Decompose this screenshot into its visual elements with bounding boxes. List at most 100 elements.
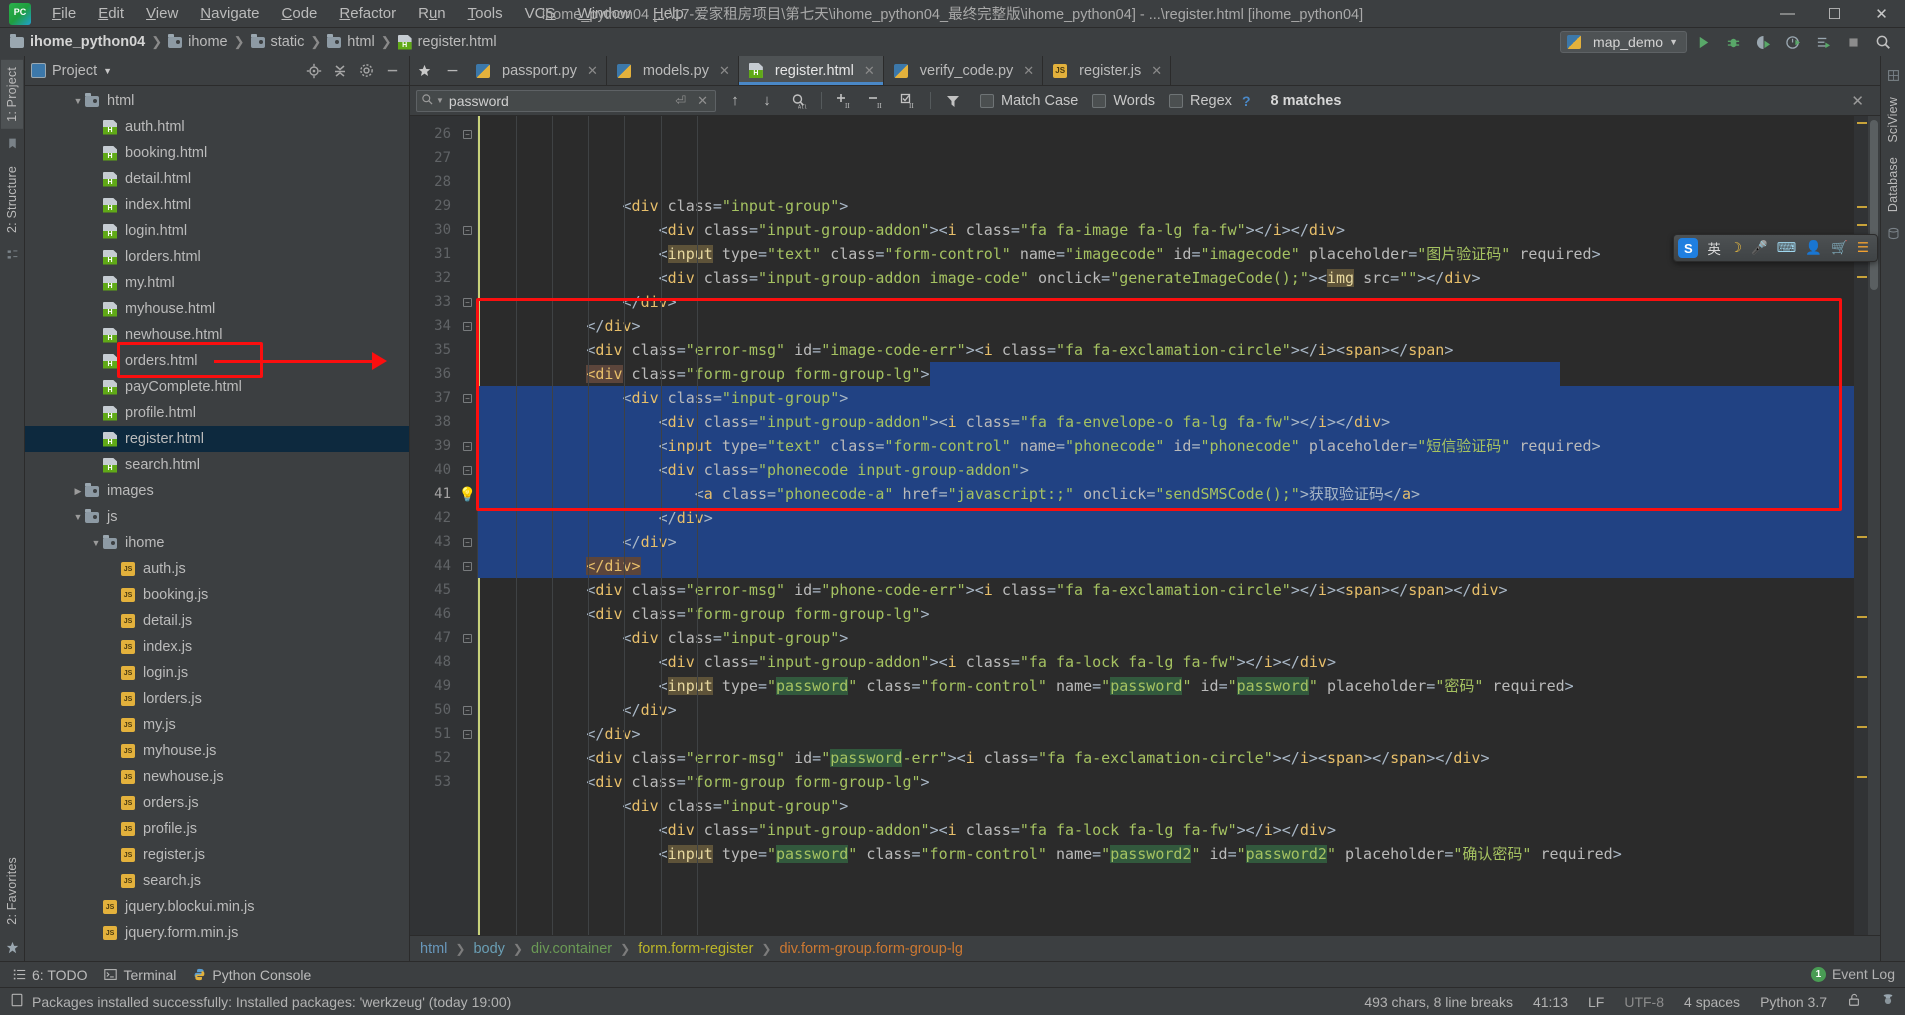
- menu-item-help[interactable]: Help: [642, 2, 695, 25]
- tree-item-newhouse-html[interactable]: · newhouse.html: [25, 322, 409, 348]
- close-find-bar-icon[interactable]: ✕: [1843, 92, 1872, 110]
- sidebar-item-structure[interactable]: 2: Structure: [1, 159, 23, 240]
- code-line[interactable]: <div class="form-group form-group-lg">: [478, 362, 1854, 386]
- breadcrumb-item-html[interactable]: html: [327, 33, 375, 50]
- tree-item-booking-html[interactable]: · booking.html: [25, 140, 409, 166]
- settings-gear-icon[interactable]: [355, 60, 377, 82]
- event-log-button[interactable]: 1 Event Log: [1810, 961, 1895, 987]
- database-icon[interactable]: [1885, 226, 1901, 242]
- fold-marker-icon[interactable]: −: [463, 393, 472, 403]
- menu-item-refactor[interactable]: Refactor: [328, 2, 407, 25]
- tree-item-my-js[interactable]: ·JS my.js: [25, 712, 409, 738]
- breadcrumb-item-file[interactable]: register.html: [397, 34, 497, 50]
- fold-region[interactable]: −: [458, 122, 477, 146]
- tree-item-jquery-blockui-min-js[interactable]: ·JS jquery.blockui.min.js: [25, 894, 409, 920]
- project-tree[interactable]: ▼ html · auth.html · booking.html · detail.html…: [25, 86, 409, 961]
- code-line[interactable]: <div class="input-group">: [478, 386, 1854, 410]
- editor-tab-verify-code-py[interactable]: verify_code.py ✕: [884, 56, 1044, 85]
- chevron-right-icon[interactable]: ▶: [71, 486, 85, 497]
- user-icon[interactable]: 👤: [1805, 240, 1822, 256]
- code-line[interactable]: <div class="input-group-addon"><i class=…: [478, 650, 1854, 674]
- tree-item-lorders-js[interactable]: ·JS lorders.js: [25, 686, 409, 712]
- match-case-checkbox[interactable]: Match Case: [980, 93, 1078, 109]
- menu-item-view[interactable]: View: [135, 2, 189, 25]
- reset-icon[interactable]: ⏎: [672, 93, 689, 109]
- tree-item-orders-html[interactable]: · orders.html: [25, 348, 409, 374]
- fold-region[interactable]: −: [458, 722, 477, 746]
- hector-icon[interactable]: [1881, 993, 1895, 1010]
- tree-item-register-js[interactable]: ·JS register.js: [25, 842, 409, 868]
- search-input[interactable]: ▼ password ⏎ ✕: [416, 89, 716, 112]
- fold-region[interactable]: −: [458, 554, 477, 578]
- editor-tab-models-py[interactable]: models.py ✕: [607, 56, 739, 85]
- tree-item-ihome[interactable]: ▼ ihome: [25, 530, 409, 556]
- status-encoding[interactable]: UTF-8: [1624, 994, 1664, 1010]
- close-tab-icon[interactable]: ✕: [1151, 63, 1162, 79]
- tree-item-index-html[interactable]: · index.html: [25, 192, 409, 218]
- breadcrumb-item-project[interactable]: ihome_python04: [10, 33, 145, 50]
- chevron-down-icon[interactable]: ▼: [89, 538, 103, 548]
- tree-item-newhouse-js[interactable]: ·JS newhouse.js: [25, 764, 409, 790]
- chevron-down-icon[interactable]: ▼: [103, 66, 112, 76]
- intention-action[interactable]: 💡: [458, 482, 477, 506]
- menu-item-window[interactable]: Window: [567, 2, 642, 25]
- tree-item-jquery-form-min-js[interactable]: ·JS jquery.form.min.js: [25, 920, 409, 946]
- code-line[interactable]: <div class="error-msg" id="image-code-er…: [478, 338, 1854, 362]
- cart-icon[interactable]: 🛒: [1831, 240, 1848, 256]
- code-line[interactable]: </div>: [478, 290, 1854, 314]
- filter-icon[interactable]: [940, 89, 966, 113]
- code-line[interactable]: <div class="form-group form-group-lg">: [478, 602, 1854, 626]
- code-folding-gutter[interactable]: − − − − − − − 💡 − − − − −: [458, 116, 478, 935]
- keyboard-icon[interactable]: ⌨: [1777, 240, 1797, 256]
- run-configuration-selector[interactable]: map_demo ▼: [1560, 31, 1687, 53]
- profile-icon[interactable]: [1779, 30, 1807, 54]
- code-line[interactable]: <div class="input-group">: [478, 794, 1854, 818]
- tree-item-profile-html[interactable]: · profile.html: [25, 400, 409, 426]
- tool-window-python-console[interactable]: Python Console: [192, 967, 311, 983]
- code-line[interactable]: <div class="error-msg" id="password-err"…: [478, 746, 1854, 770]
- tree-item-html[interactable]: ▼ html: [25, 88, 409, 114]
- code-line[interactable]: <div class="error-msg" id="phone-code-er…: [478, 578, 1854, 602]
- close-tab-icon[interactable]: ✕: [719, 63, 730, 79]
- editor-breadcrumb-html[interactable]: html: [420, 941, 447, 957]
- code-line[interactable]: </div>: [478, 314, 1854, 338]
- close-button[interactable]: ✕: [1858, 0, 1905, 28]
- editor-breadcrumb-body[interactable]: body: [473, 941, 504, 957]
- tool-window-todo[interactable]: 6: TODO: [12, 967, 88, 983]
- status-caret-position[interactable]: 41:13: [1533, 994, 1568, 1010]
- fold-region[interactable]: −: [458, 218, 477, 242]
- tree-item-detail-js[interactable]: ·JS detail.js: [25, 608, 409, 634]
- sidebar-item-sciview[interactable]: SciView: [1882, 90, 1904, 150]
- code-line[interactable]: </div>: [478, 722, 1854, 746]
- menu-item-run[interactable]: Run: [407, 2, 457, 25]
- tree-item-profile-js[interactable]: ·JS profile.js: [25, 816, 409, 842]
- chevron-down-icon[interactable]: ▼: [71, 512, 85, 522]
- ime-language-label[interactable]: 英: [1707, 238, 1721, 258]
- code-line[interactable]: <input type="text" class="form-control" …: [478, 242, 1854, 266]
- code-line[interactable]: <div class="input-group">: [478, 194, 1854, 218]
- breadcrumb-item-static[interactable]: static: [250, 33, 304, 50]
- code-line[interactable]: <div class="input-group-addon"><i class=…: [478, 218, 1854, 242]
- sidebar-item-database[interactable]: Database: [1882, 150, 1904, 219]
- editor-breadcrumb-form-group[interactable]: div.form-group.form-group-lg: [779, 941, 962, 957]
- tree-item-my-html[interactable]: · my.html: [25, 270, 409, 296]
- tree-item-detail-html[interactable]: · detail.html: [25, 166, 409, 192]
- sidebar-item-favorites[interactable]: 2: Favorites: [1, 850, 23, 932]
- fold-region[interactable]: −: [458, 434, 477, 458]
- code-line[interactable]: <input type="password" class="form-contr…: [478, 842, 1854, 866]
- collapse-all-icon[interactable]: [329, 60, 351, 82]
- menu-item-edit[interactable]: Edit: [87, 2, 135, 25]
- code-line[interactable]: <input type="password" class="form-contr…: [478, 674, 1854, 698]
- code-line[interactable]: <div class="input-group-addon image-code…: [478, 266, 1854, 290]
- regex-help-icon[interactable]: ?: [1242, 93, 1251, 109]
- fold-marker-icon[interactable]: −: [463, 465, 472, 475]
- code-editor[interactable]: 26 27 28 29 30 31 32 33 34 35 36 37 38 39 40 41 42 43 44 45…: [410, 116, 1880, 935]
- fold-region[interactable]: −: [458, 698, 477, 722]
- coverage-icon[interactable]: [1749, 30, 1777, 54]
- sidebar-item-project[interactable]: 1: Project: [1, 60, 23, 129]
- status-indent[interactable]: 4 spaces: [1684, 994, 1740, 1010]
- run-with-console-icon[interactable]: [1809, 30, 1837, 54]
- words-checkbox[interactable]: Words: [1092, 93, 1155, 109]
- tree-item-booking-js[interactable]: ·JS booking.js: [25, 582, 409, 608]
- menu-item-code[interactable]: Code: [271, 2, 329, 25]
